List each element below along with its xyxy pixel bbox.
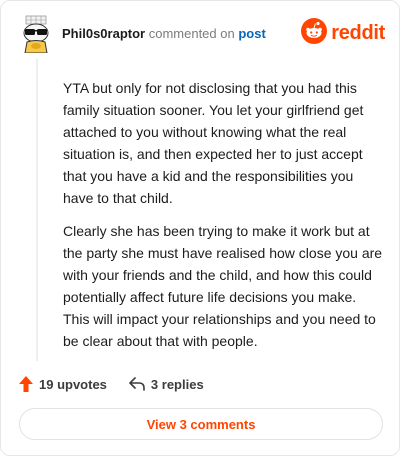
reddit-brand[interactable]: reddit <box>301 17 385 49</box>
upvote-count: 19 upvotes <box>39 376 107 392</box>
username[interactable]: Phil0s0raptor <box>62 26 145 41</box>
comment-byline: Phil0s0raptor commented on post <box>62 26 266 42</box>
upvote-arrow-icon <box>19 376 33 392</box>
comment-card: Phil0s0raptor commented on post reddit Y… <box>0 0 400 456</box>
reply-arrow-icon <box>129 377 145 391</box>
post-link[interactable]: post <box>238 26 265 41</box>
comment-header: Phil0s0raptor commented on post reddit <box>19 15 385 54</box>
upvote-button[interactable]: 19 upvotes <box>19 376 107 392</box>
reddit-logo-icon <box>301 17 328 49</box>
user-avatar[interactable] <box>19 15 53 54</box>
thread-line[interactable] <box>36 59 38 361</box>
view-comments-button[interactable]: View 3 comments <box>19 408 383 440</box>
comment-paragraph: YTA but only for not disclosing that you… <box>63 80 364 206</box>
comment-actions: 19 upvotes 3 replies <box>19 374 204 394</box>
comment-body: YTA but only for not disclosing that you… <box>63 77 383 363</box>
reply-count: 3 replies <box>150 376 204 392</box>
reddit-wordmark: reddit <box>331 21 385 44</box>
action-text: commented on <box>148 26 235 41</box>
comment-paragraph: Clearly she has been trying to make it w… <box>63 223 383 349</box>
reply-button[interactable]: 3 replies <box>129 377 204 392</box>
